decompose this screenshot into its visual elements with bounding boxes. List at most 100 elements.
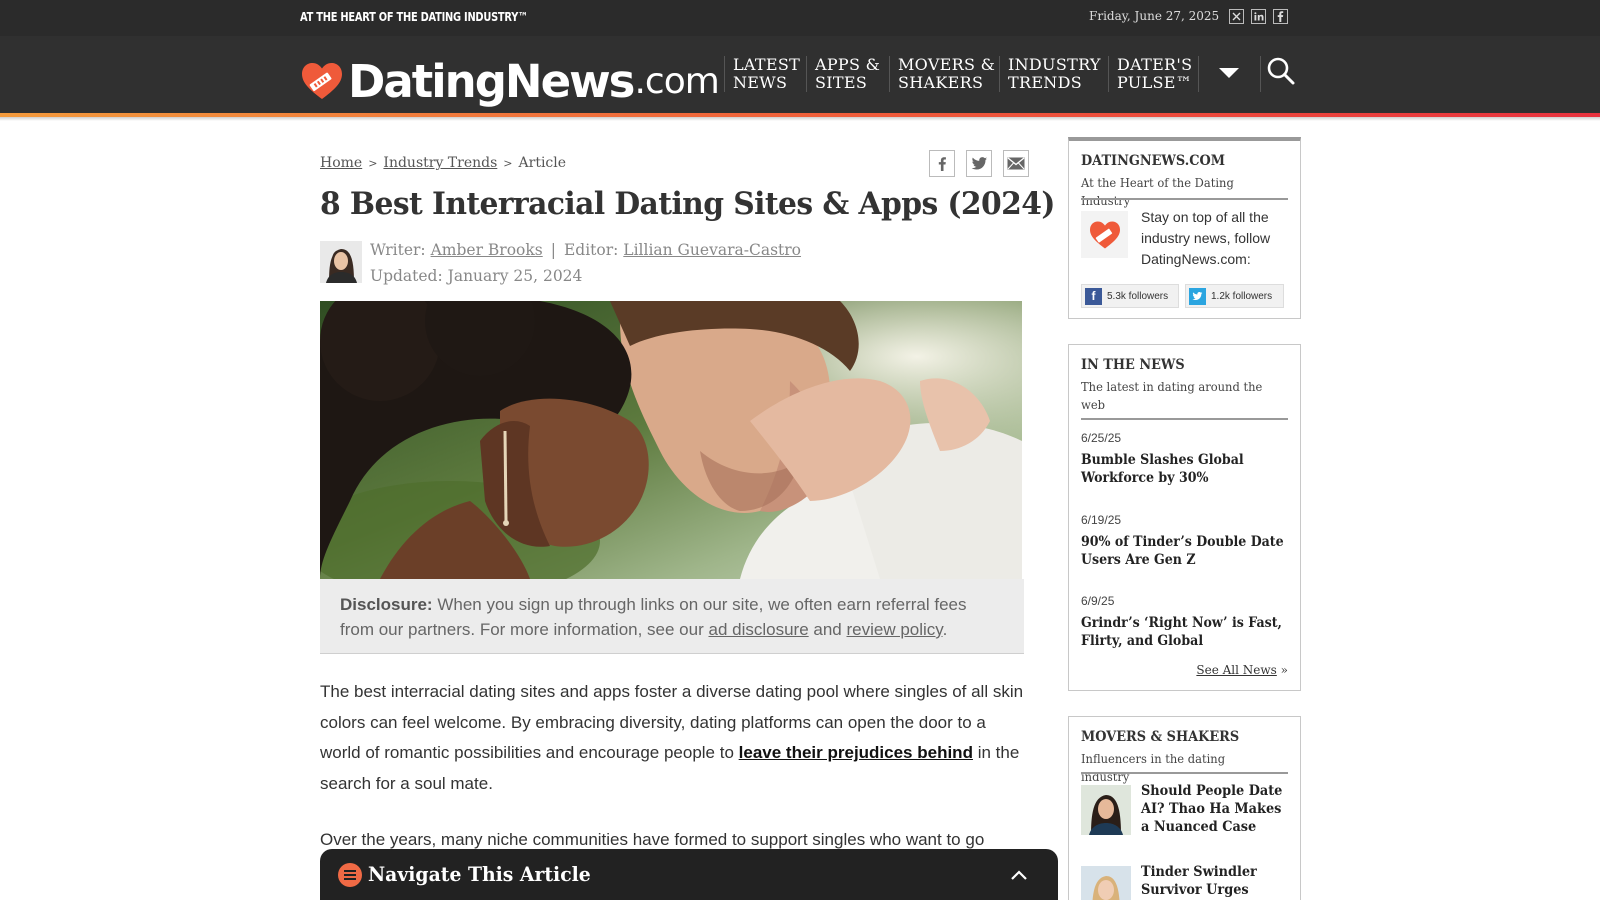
ad-disclosure-link[interactable]: ad disclosure [708,620,808,639]
nav-label-line1: LATEST [733,55,801,74]
breadcrumb: Home > Industry Trends > Article [320,155,566,171]
site-header: DatingNews .com LATEST NEWS APPS & SITES MO… [0,36,1600,113]
widget-heading: IN THE NEWS [1081,357,1185,373]
nav-label-line1: DATER'S [1117,55,1193,74]
nav-divider [999,56,1000,92]
follow-text: Stay on top of all the industry news, fo… [1141,209,1271,267]
editor-label: Editor: [563,241,619,259]
breadcrumb-home[interactable]: Home [320,155,362,171]
news-title[interactable]: Grindr’s ‘Right Now’ is Fast, Flirty, an… [1081,614,1290,650]
list-icon [338,863,362,887]
linkedin-icon[interactable] [1251,9,1266,24]
nav-label-line1: MOVERS & [898,55,996,74]
disclosure-and: and [813,620,842,639]
navigate-article-label: Navigate This Article [368,862,591,886]
share-email-button[interactable] [1003,150,1029,177]
widget-divider [1081,418,1288,420]
email-icon [1007,157,1025,170]
disclosure-box: Disclosure: When you sign up through lin… [320,579,1024,654]
widget-divider [1081,198,1288,200]
news-title[interactable]: 90% of Tinder’s Double Date Users Are Ge… [1081,533,1290,569]
see-all-news-link[interactable]: See All News » [1196,663,1288,677]
top-strip: AT THE HEART OF THE DATING INDUSTRY™ Fri… [0,0,1600,36]
nav-divider [1198,56,1199,92]
news-title[interactable]: Bumble Slashes Global Workforce by 30% [1081,451,1290,487]
nav-label-line2: NEWS [733,73,788,92]
twitter-icon [1189,287,1206,305]
writer-label: Writer: [370,241,426,259]
disclosure-label: Disclosure: [340,595,433,614]
widget-subheading: The latest in dating around the web [1081,379,1263,412]
site-logo[interactable]: DatingNews .com [300,54,720,108]
facebook-icon[interactable] [1273,9,1288,24]
double-chevron-icon: » [1280,663,1288,677]
share-facebook-button[interactable] [929,150,955,177]
twitter-follow-button[interactable]: 1.2k followers [1185,284,1284,308]
nav-divider [889,56,890,92]
follow-widget: DATINGNEWS.COM At the Heart of the Datin… [1068,137,1301,319]
disclosure-end: . [942,620,948,639]
movers-shakers-widget: MOVERS & SHAKERS Influencers in the dati… [1068,716,1301,900]
article-title: 8 Best Interracial Dating Sites & Apps (… [320,186,1056,222]
author-avatar [320,241,362,283]
prejudices-link[interactable]: leave their prejudices behind [739,743,973,762]
nav-divider [724,56,725,92]
news-item[interactable]: 6/19/25 90% of Tinder’s Double Date User… [1081,513,1291,569]
news-date: 6/25/25 [1081,431,1122,445]
news-date: 6/9/25 [1081,594,1115,608]
share-twitter-button[interactable] [966,150,992,177]
widget-heading: MOVERS & SHAKERS [1081,729,1240,745]
mover-title[interactable]: Tinder Swindler Survivor Urges [1141,863,1293,899]
nav-label-line2: SITES [815,73,868,92]
breadcrumb-current: Article [518,155,567,171]
review-policy-link[interactable]: review policy [847,620,943,639]
site-tagline: AT THE HEART OF THE DATING INDUSTRY™ [300,10,528,24]
mover-title[interactable]: Should People Date AI? Thao Ha Makes a N… [1141,782,1293,836]
nav-divider [1260,56,1261,92]
twitter-followers: 1.2k followers [1211,290,1273,302]
nav-divider [806,56,807,92]
nav-label-line2: TRENDS [1008,73,1082,92]
facebook-icon [938,156,946,171]
mover-photo [1081,785,1131,835]
search-icon[interactable] [1266,56,1296,86]
x-icon[interactable] [1229,9,1244,24]
widget-divider [1081,772,1288,774]
see-all-label: See All News [1196,663,1277,677]
widget-subheading: Influencers in the dating industry [1081,751,1226,784]
hero-image [320,301,1022,579]
news-date: 6/19/25 [1081,513,1122,527]
facebook-follow-button[interactable]: f 5.3k followers [1081,284,1179,308]
chevron-up-icon[interactable] [1010,869,1028,881]
updated-date: Updated: January 25, 2024 [370,267,583,285]
nav-label-line1: INDUSTRY [1008,55,1101,74]
breadcrumb-separator: > [503,157,513,170]
breadcrumb-separator: > [368,157,378,170]
news-item[interactable]: 6/9/25 Grindr’s ‘Right Now’ is Fast, Fli… [1081,594,1291,650]
nav-divider [1108,56,1109,92]
brand-name: DatingNews [348,54,635,108]
writer-link[interactable]: Amber Brooks [431,241,543,259]
article-byline: Writer: Amber Brooks | Editor: Lillian Gue… [370,241,801,259]
breadcrumb-section[interactable]: Industry Trends [383,155,497,171]
editor-link[interactable]: Lillian Guevara-Castro [623,241,801,259]
widget-heading: DATINGNEWS.COM [1081,153,1225,169]
widget-subheading: At the Heart of the Dating Industry [1081,175,1234,208]
brand-tld: .com [634,60,719,102]
mover-photo [1081,866,1131,900]
heart-logo-icon [302,63,342,99]
facebook-icon: f [1085,287,1102,305]
caret-down-icon[interactable] [1218,67,1240,79]
in-the-news-widget: IN THE NEWS The latest in dating around … [1068,344,1301,691]
article-paragraph: The best interracial dating sites and ap… [320,677,1030,799]
facebook-followers: 5.3k followers [1107,290,1169,302]
header-shadow [0,117,1600,121]
news-item[interactable]: 6/25/25 Bumble Slashes Global Workforce … [1081,431,1291,487]
twitter-icon [971,156,987,170]
nav-label-line2: SHAKERS [898,73,984,92]
current-date: Friday, June 27, 2025 [1089,9,1220,23]
heart-logo-icon [1081,211,1128,258]
byline-divider: | [550,241,556,259]
navigate-article-bar[interactable]: Navigate This Article [320,849,1058,900]
nav-label-line1: APPS & [815,55,881,74]
